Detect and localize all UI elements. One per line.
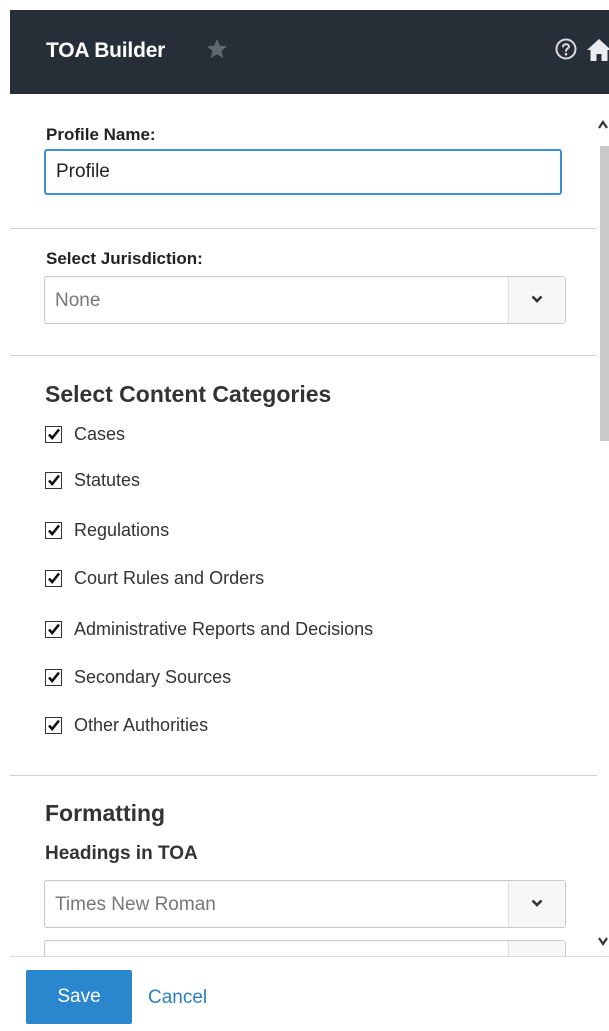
- heading-font-select[interactable]: Times New Roman: [44, 880, 566, 928]
- category-label: Secondary Sources: [74, 667, 232, 687]
- top-strip: [0, 0, 609, 10]
- scrollbar-thumb[interactable]: [600, 146, 609, 441]
- category-label: Other Authorities: [74, 715, 209, 735]
- cancel-link[interactable]: Cancel: [148, 987, 207, 1009]
- heading-font-dropdown-toggle[interactable]: [508, 881, 565, 927]
- divider: [10, 228, 597, 229]
- checkbox[interactable]: [45, 717, 62, 734]
- chevron-down-icon: [531, 295, 543, 303]
- checkbox[interactable]: [45, 570, 62, 587]
- jurisdiction-label: Select Jurisdiction:: [46, 249, 203, 268]
- star-icon[interactable]: [205, 37, 229, 61]
- profile-name-label: Profile Name:: [46, 125, 156, 144]
- checkbox[interactable]: [45, 522, 62, 539]
- scroll-up-arrow-icon[interactable]: [597, 118, 609, 132]
- jurisdiction-dropdown-toggle[interactable]: [508, 277, 565, 323]
- category-label: Cases: [74, 424, 126, 444]
- scroll-down-arrow-icon[interactable]: [597, 934, 609, 948]
- content-categories-title: Select Content Categories: [45, 381, 332, 407]
- save-button[interactable]: Save: [26, 970, 132, 1024]
- heading-font-selected-value: Times New Roman: [55, 894, 216, 915]
- formatting-title: Formatting: [45, 800, 166, 826]
- help-circle-icon[interactable]: [555, 38, 577, 60]
- category-label: Regulations: [74, 520, 170, 540]
- checkbox[interactable]: [45, 426, 62, 443]
- profile-name-input[interactable]: [44, 149, 562, 195]
- checkbox[interactable]: [45, 472, 62, 489]
- heading-size-dropdown-toggle[interactable]: [508, 941, 565, 956]
- heading-size-select[interactable]: [44, 940, 566, 956]
- category-label: Administrative Reports and Decisions: [74, 619, 374, 639]
- divider: [10, 355, 597, 356]
- divider: [10, 775, 597, 776]
- headings-in-toa-label: Headings in TOA: [45, 843, 198, 864]
- category-label: Statutes: [74, 470, 141, 490]
- checkbox[interactable]: [45, 669, 62, 686]
- panel-footer: Save Cancel: [10, 956, 609, 1031]
- chevron-down-icon: [531, 899, 543, 907]
- jurisdiction-select[interactable]: None: [44, 276, 566, 324]
- panel-title: TOA Builder: [46, 39, 166, 62]
- panel-header: TOA Builder: [10, 10, 609, 94]
- checkbox[interactable]: [45, 621, 62, 638]
- home-icon[interactable]: [586, 38, 609, 62]
- jurisdiction-selected-value: None: [55, 290, 101, 311]
- form-content: Profile Name: Select Jurisdiction: None …: [10, 94, 597, 956]
- category-label: Court Rules and Orders: [74, 568, 265, 588]
